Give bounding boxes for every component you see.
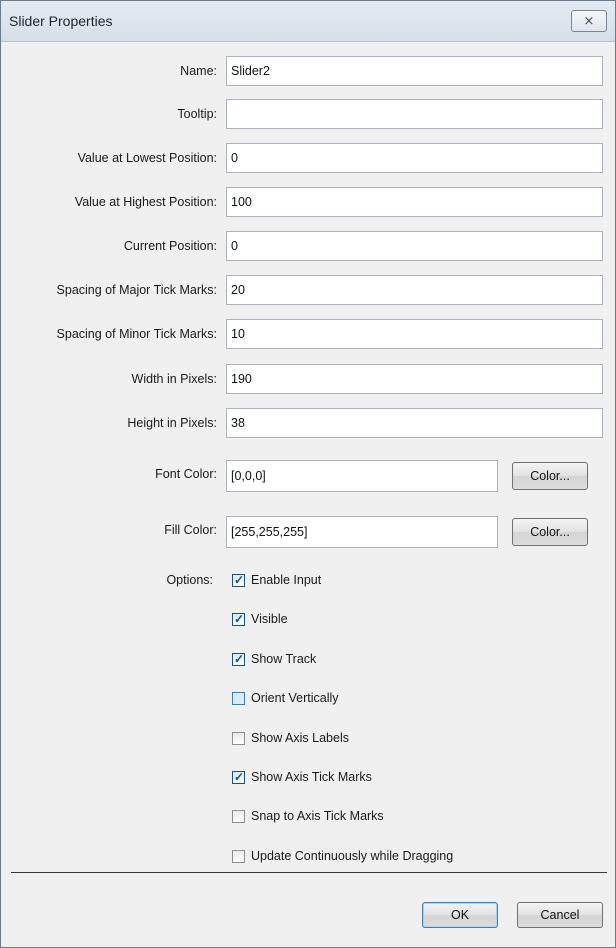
width-label: Width in Pixels: bbox=[131, 372, 217, 386]
fill-color-field[interactable] bbox=[226, 516, 498, 548]
checkmark-icon: ✓ bbox=[234, 770, 245, 784]
close-icon: ⨯ bbox=[583, 13, 595, 28]
visible-checkbox[interactable]: ✓ bbox=[232, 612, 245, 626]
show-track-checkbox[interactable]: ✓ bbox=[232, 652, 245, 666]
visible-label: Visible bbox=[251, 612, 288, 626]
snap-to-tick-marks-checkbox[interactable] bbox=[232, 810, 245, 823]
footer-divider bbox=[11, 872, 607, 873]
slider-properties-dialog: Slider Properties ⨯ Name: Tooltip: Value… bbox=[0, 0, 616, 948]
font-color-button[interactable]: Color... bbox=[512, 462, 588, 490]
value-lowest-field[interactable] bbox=[226, 143, 603, 173]
name-field[interactable] bbox=[226, 56, 603, 86]
value-lowest-label: Value at Lowest Position: bbox=[77, 151, 217, 165]
enable-input-label: Enable Input bbox=[251, 573, 322, 587]
value-highest-label: Value at Highest Position: bbox=[74, 195, 217, 209]
name-label: Name: bbox=[180, 64, 217, 78]
show-axis-labels-checkbox[interactable] bbox=[232, 732, 245, 745]
enable-input-checkbox[interactable]: ✓ bbox=[232, 573, 245, 587]
cancel-button[interactable]: Cancel bbox=[517, 902, 603, 928]
show-axis-tick-marks-checkbox[interactable]: ✓ bbox=[232, 770, 245, 784]
options-label: Options: bbox=[166, 573, 213, 587]
height-field[interactable] bbox=[226, 408, 603, 438]
font-color-field[interactable] bbox=[226, 460, 498, 492]
close-button[interactable]: ⨯ bbox=[571, 10, 607, 32]
snap-to-tick-marks-label: Snap to Axis Tick Marks bbox=[251, 809, 384, 823]
show-track-label: Show Track bbox=[251, 652, 317, 666]
update-continuously-label: Update Continuously while Dragging bbox=[251, 849, 454, 863]
window-title: Slider Properties bbox=[9, 13, 113, 29]
show-axis-tick-marks-label: Show Axis Tick Marks bbox=[251, 770, 372, 784]
value-highest-field[interactable] bbox=[226, 187, 603, 217]
fill-color-label: Fill Color: bbox=[164, 523, 217, 537]
current-position-label: Current Position: bbox=[123, 239, 217, 253]
major-tick-field[interactable] bbox=[226, 275, 603, 305]
checkmark-icon: ✓ bbox=[234, 612, 245, 626]
update-continuously-checkbox[interactable] bbox=[232, 850, 245, 863]
title-bar: Slider Properties ⨯ bbox=[1, 1, 615, 42]
font-color-label: Font Color: bbox=[155, 467, 217, 481]
orient-vertically-checkbox[interactable] bbox=[232, 692, 245, 705]
tooltip-label: Tooltip: bbox=[177, 107, 217, 121]
minor-tick-field[interactable] bbox=[226, 319, 603, 349]
checkmark-icon: ✓ bbox=[234, 573, 245, 587]
tooltip-field[interactable] bbox=[226, 99, 603, 129]
major-tick-label: Spacing of Major Tick Marks: bbox=[56, 283, 217, 297]
orient-vertically-label: Orient Vertically bbox=[251, 691, 339, 705]
height-label: Height in Pixels: bbox=[127, 416, 217, 430]
minor-tick-label: Spacing of Minor Tick Marks: bbox=[56, 327, 217, 341]
dialog-body: Name: Tooltip: Value at Lowest Position:… bbox=[1, 42, 615, 947]
ok-button[interactable]: OK bbox=[422, 902, 498, 928]
fill-color-button[interactable]: Color... bbox=[512, 518, 588, 546]
checkmark-icon: ✓ bbox=[234, 652, 245, 666]
current-position-field[interactable] bbox=[226, 231, 603, 261]
show-axis-labels-label: Show Axis Labels bbox=[251, 731, 349, 745]
width-field[interactable] bbox=[226, 364, 603, 394]
